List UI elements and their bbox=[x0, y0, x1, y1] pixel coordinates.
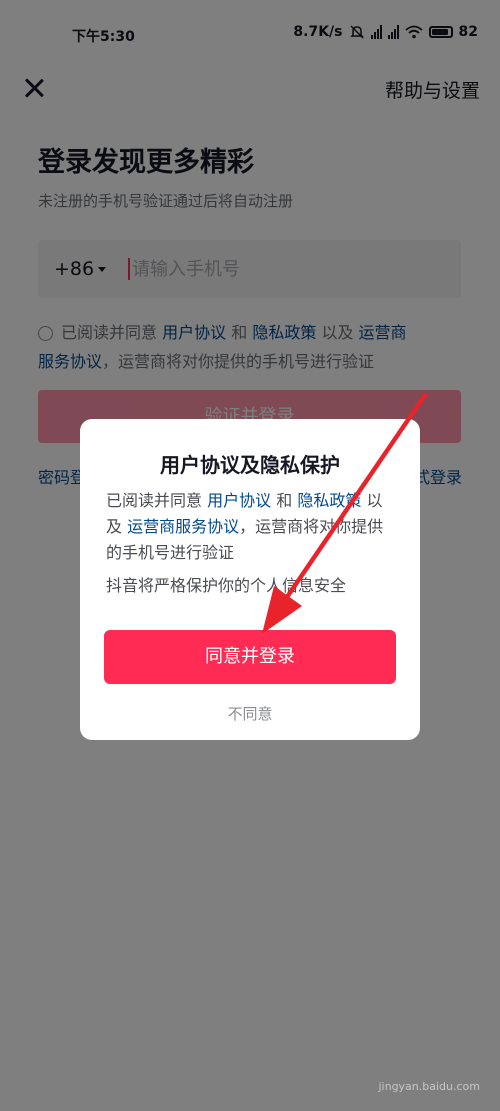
dialog-user-agreement-link[interactable]: 用户协议 bbox=[207, 491, 271, 510]
privacy-dialog: 用户协议及隐私保护 已阅读并同意 用户协议 和 隐私政策 以及 运营商服务协议，… bbox=[80, 419, 420, 740]
dialog-body: 已阅读并同意 用户协议 和 隐私政策 以及 运营商服务协议，运营商将对你提供的手… bbox=[106, 488, 398, 566]
agree-login-button[interactable]: 同意并登录 bbox=[104, 630, 396, 684]
disagree-button[interactable]: 不同意 bbox=[80, 703, 420, 724]
dialog-title: 用户协议及隐私保护 bbox=[160, 453, 340, 477]
dialog-text-1: 已阅读并同意 bbox=[106, 491, 203, 510]
dialog-text-and: 和 bbox=[276, 491, 293, 510]
dialog-note: 抖音将严格保护你的个人信息安全 bbox=[106, 576, 347, 595]
dialog-operator-agreement-link[interactable]: 运营商服务协议 bbox=[127, 517, 239, 536]
dialog-privacy-policy-link[interactable]: 隐私政策 bbox=[297, 491, 361, 510]
watermark: jingyan.baidu.com bbox=[378, 1080, 480, 1093]
